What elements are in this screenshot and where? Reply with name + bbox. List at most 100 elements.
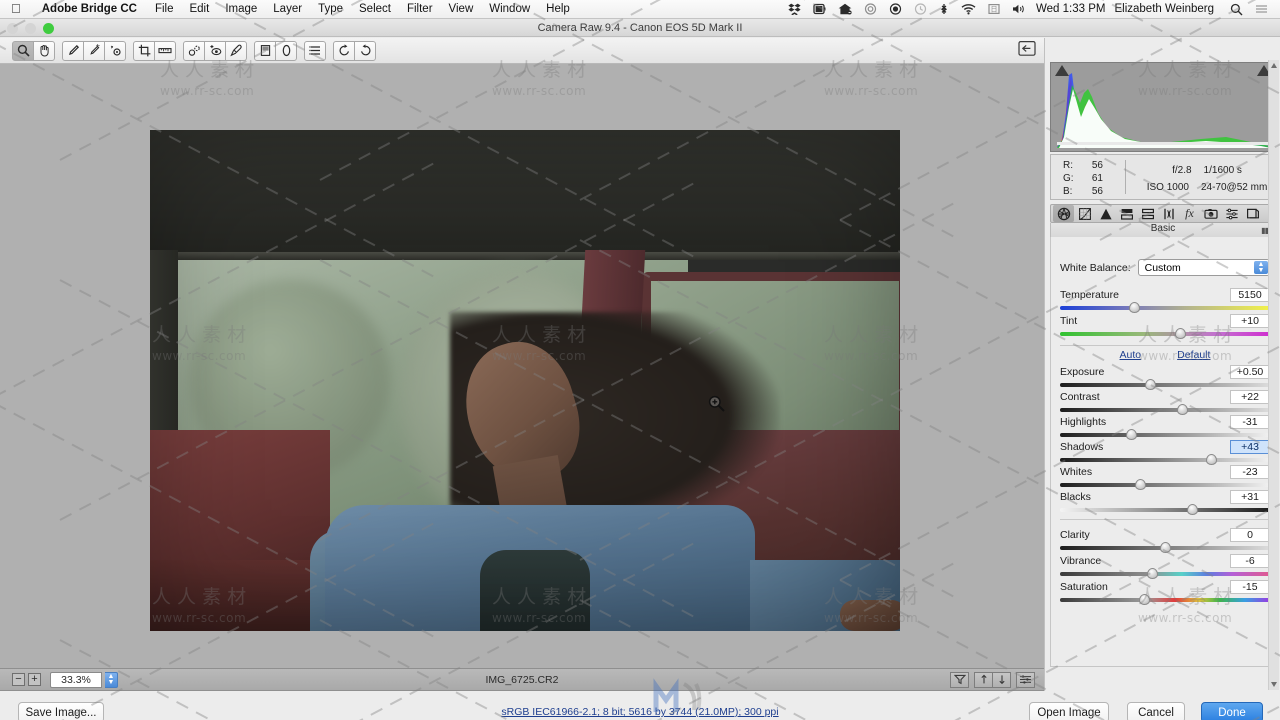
- slider-blacks[interactable]: Blacks +31: [1060, 489, 1270, 515]
- slider-track-shadows[interactable]: [1060, 454, 1270, 465]
- slider-knob-clarity[interactable]: [1160, 542, 1171, 553]
- slider-value-shadows[interactable]: +43: [1230, 439, 1270, 454]
- tab-tone-curve[interactable]: [1074, 205, 1095, 222]
- tab-lens-corrections[interactable]: [1158, 205, 1179, 222]
- tab-snapshots[interactable]: [1242, 205, 1263, 222]
- slider-value-clarity[interactable]: 0: [1230, 527, 1270, 542]
- dropbox-house-icon[interactable]: [838, 3, 852, 15]
- slider-knob-vibrance[interactable]: [1147, 568, 1159, 579]
- dropbox-icon[interactable]: [788, 3, 801, 15]
- slider-value-temperature[interactable]: 5150: [1230, 287, 1270, 302]
- zoom-tool[interactable]: [12, 40, 34, 61]
- menu-edit[interactable]: Edit: [181, 3, 217, 15]
- bluetooth-icon[interactable]: [939, 3, 949, 15]
- scroll-down-icon[interactable]: [1271, 682, 1277, 687]
- slider-value-contrast[interactable]: +22: [1230, 389, 1270, 404]
- hand-tool[interactable]: [33, 40, 55, 61]
- menu-image[interactable]: Image: [217, 3, 265, 15]
- default-link[interactable]: Default: [1177, 349, 1210, 361]
- record-icon[interactable]: [889, 3, 902, 15]
- adjustment-brush-tool[interactable]: [225, 40, 247, 61]
- image-preview-area[interactable]: [0, 64, 1044, 668]
- histogram[interactable]: [1050, 62, 1276, 152]
- input-source-icon[interactable]: 日: [988, 3, 1000, 15]
- slider-vibrance[interactable]: Vibrance -6: [1060, 553, 1270, 579]
- slider-value-tint[interactable]: +10: [1230, 313, 1270, 328]
- slider-knob-saturation[interactable]: [1139, 594, 1150, 605]
- rotate-clockwise-tool[interactable]: [354, 40, 376, 61]
- menu-layer[interactable]: Layer: [265, 3, 310, 15]
- minimize-button[interactable]: [25, 23, 36, 34]
- slider-track-highlights[interactable]: [1060, 429, 1270, 440]
- spot-removal-tool[interactable]: [183, 40, 205, 61]
- slider-knob-tint[interactable]: [1174, 328, 1186, 339]
- slider-track-blacks[interactable]: [1060, 504, 1270, 515]
- slider-track-tint[interactable]: [1060, 328, 1270, 339]
- slider-track-whites[interactable]: [1060, 479, 1270, 490]
- slider-exposure[interactable]: Exposure +0.50: [1060, 364, 1270, 390]
- preferences-tool[interactable]: [304, 40, 326, 61]
- slider-whites[interactable]: Whites -23: [1060, 464, 1270, 490]
- slider-contrast[interactable]: Contrast +22: [1060, 389, 1270, 415]
- slider-temperature[interactable]: Temperature 5150: [1060, 287, 1270, 313]
- tab-effects[interactable]: fx: [1179, 205, 1200, 222]
- slider-track-temperature[interactable]: [1060, 302, 1270, 313]
- stepper-arrows-icon[interactable]: ▲ ▼: [1254, 261, 1268, 274]
- tab-presets[interactable]: [1221, 205, 1242, 222]
- slider-value-blacks[interactable]: +31: [1230, 489, 1270, 504]
- color-sampler-tool[interactable]: [83, 40, 105, 61]
- menu-view[interactable]: View: [441, 3, 482, 15]
- menu-help[interactable]: Help: [538, 3, 578, 15]
- white-balance-tool[interactable]: [62, 40, 84, 61]
- slider-clarity[interactable]: Clarity 0: [1060, 527, 1270, 553]
- slider-value-vibrance[interactable]: -6: [1230, 553, 1270, 568]
- close-button[interactable]: [7, 23, 18, 34]
- tab-detail[interactable]: [1095, 205, 1116, 222]
- slider-highlights[interactable]: Highlights -31: [1060, 414, 1270, 440]
- menu-window[interactable]: Window: [481, 3, 538, 15]
- auto-link[interactable]: Auto: [1120, 349, 1142, 361]
- raw-image-preview[interactable]: [150, 130, 900, 631]
- crop-tool[interactable]: [133, 40, 155, 61]
- right-panel-scrollbar[interactable]: [1268, 60, 1279, 690]
- toggle-filmstrip-button[interactable]: [1018, 40, 1044, 62]
- volume-icon[interactable]: [1012, 3, 1026, 15]
- radial-filter-tool[interactable]: [275, 40, 297, 61]
- rotate-counterclockwise-tool[interactable]: [333, 40, 355, 61]
- slider-knob-temperature[interactable]: [1128, 302, 1140, 313]
- search-icon[interactable]: [1230, 3, 1243, 16]
- menu-select[interactable]: Select: [351, 3, 399, 15]
- menubar-clock[interactable]: Wed 1:33 PM: [1036, 3, 1105, 15]
- zoom-button[interactable]: [43, 23, 54, 34]
- slider-shadows[interactable]: Shadows +43: [1060, 439, 1270, 465]
- slider-track-saturation[interactable]: [1060, 594, 1270, 605]
- menu-file[interactable]: File: [147, 3, 182, 15]
- scroll-up-icon[interactable]: [1271, 63, 1277, 68]
- slider-value-whites[interactable]: -23: [1230, 464, 1270, 479]
- white-balance-select[interactable]: Custom ▲ ▼: [1137, 259, 1270, 276]
- graduated-filter-tool[interactable]: [254, 40, 276, 61]
- targeted-adjustment-tool[interactable]: [104, 40, 126, 61]
- tab-split-toning[interactable]: [1137, 205, 1158, 222]
- shadow-clipping-icon[interactable]: [1055, 65, 1069, 76]
- slider-knob-blacks[interactable]: [1187, 504, 1199, 515]
- tab-basic[interactable]: [1053, 205, 1074, 222]
- slider-value-highlights[interactable]: -31: [1230, 414, 1270, 429]
- creative-cloud-icon[interactable]: [864, 3, 877, 15]
- slider-value-exposure[interactable]: +0.50: [1230, 364, 1270, 379]
- straighten-tool[interactable]: [154, 40, 176, 61]
- red-eye-removal-tool[interactable]: [204, 40, 226, 61]
- slider-track-contrast[interactable]: [1060, 404, 1270, 415]
- tab-hsl-grayscale[interactable]: [1116, 205, 1137, 222]
- battery-icon[interactable]: [813, 3, 826, 15]
- slider-track-vibrance[interactable]: [1060, 568, 1270, 579]
- wifi-icon[interactable]: [961, 3, 976, 15]
- slider-track-exposure[interactable]: [1060, 379, 1270, 390]
- slider-saturation[interactable]: Saturation -15: [1060, 579, 1270, 605]
- menu-filter[interactable]: Filter: [399, 3, 441, 15]
- menubar-app-name[interactable]: Adobe Bridge CC: [32, 3, 147, 15]
- slider-tint[interactable]: Tint +10: [1060, 313, 1270, 339]
- menu-type[interactable]: Type: [310, 3, 351, 15]
- tab-camera-calibration[interactable]: [1200, 205, 1221, 222]
- menubar-username[interactable]: Elizabeth Weinberg: [1114, 3, 1214, 15]
